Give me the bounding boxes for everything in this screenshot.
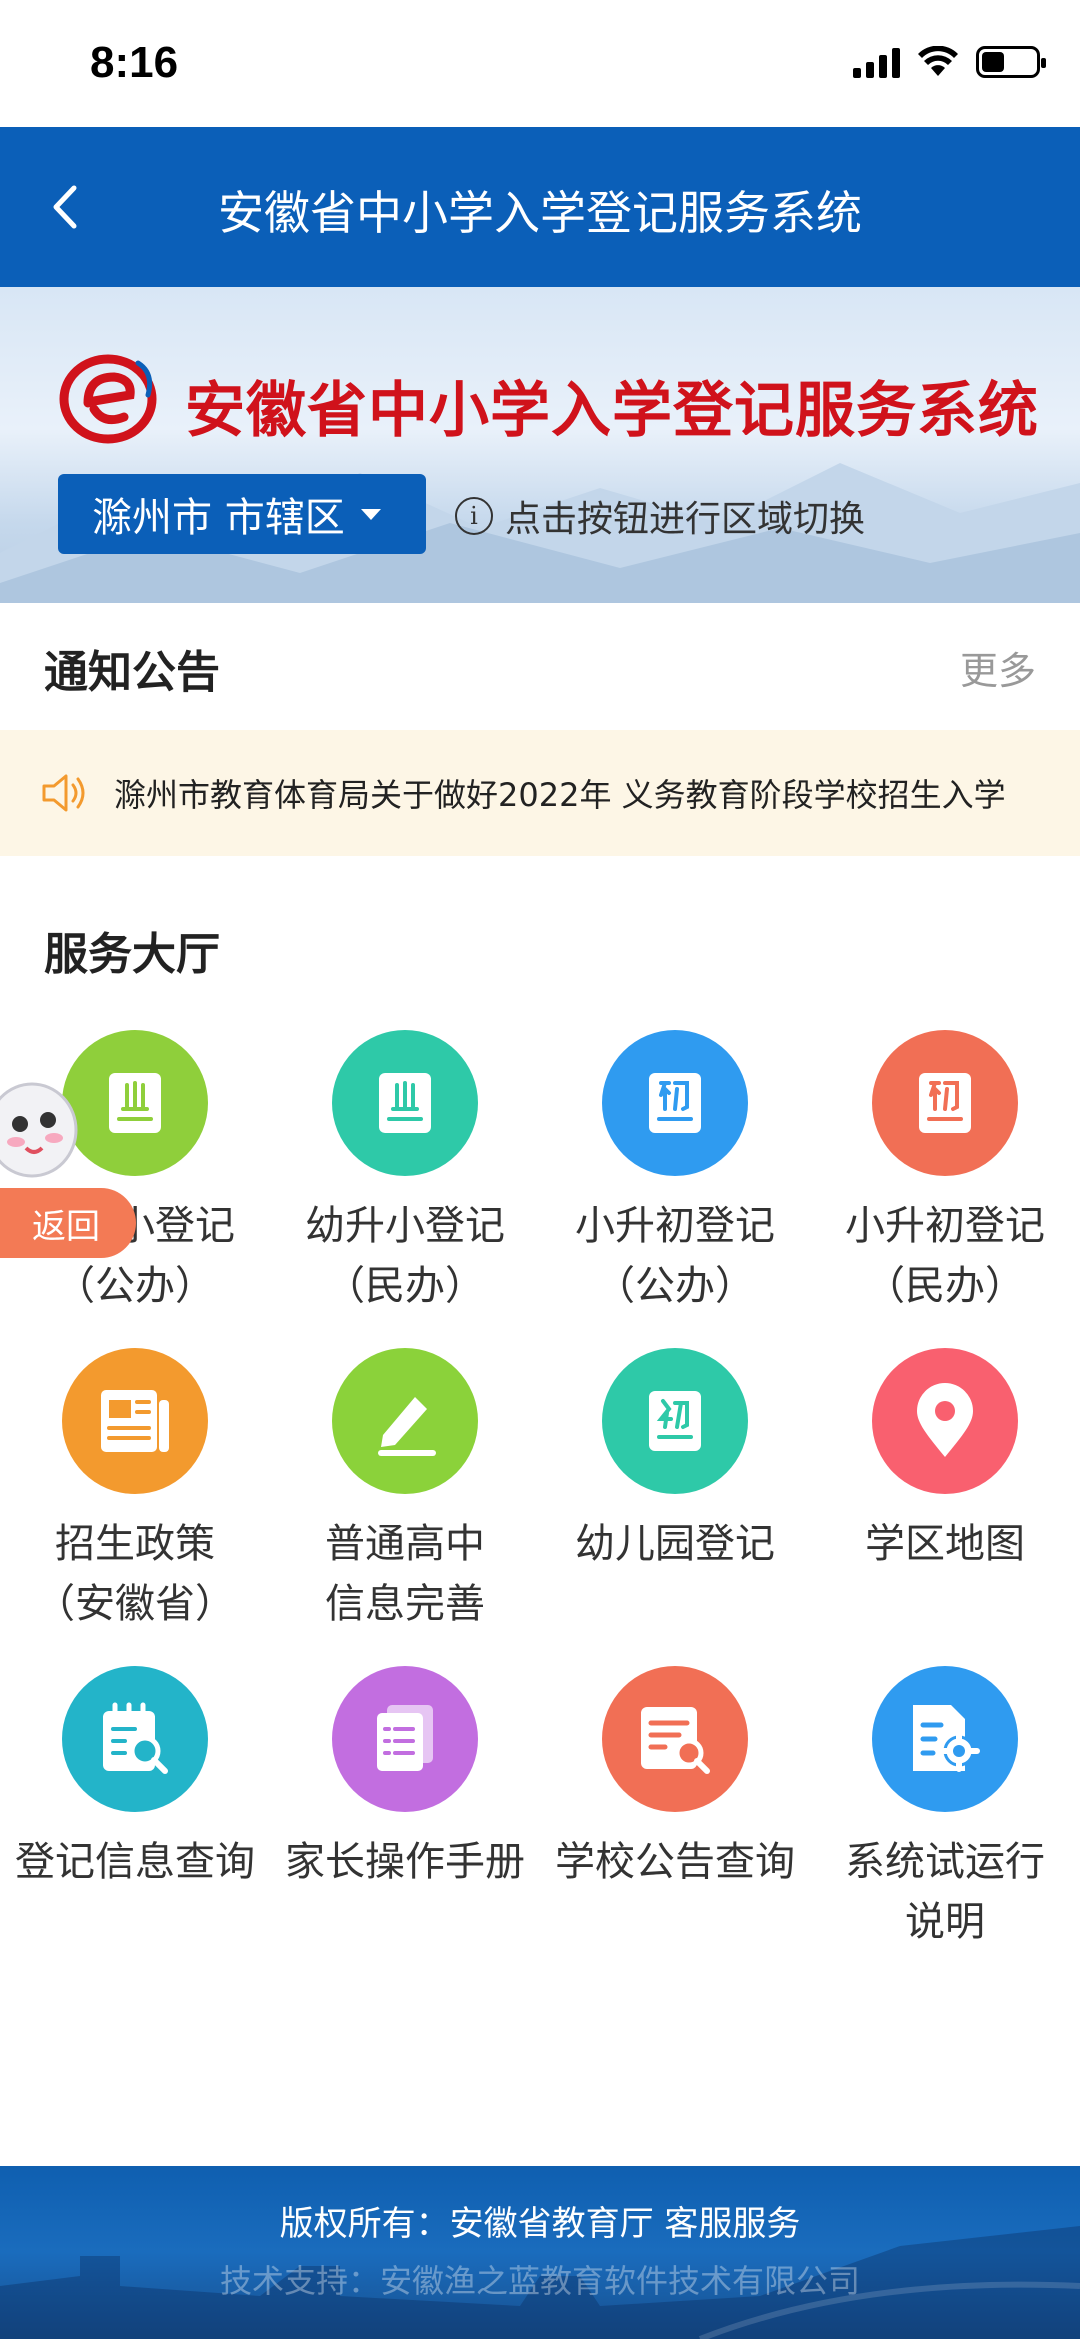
service-item-admission-policy[interactable]: 招生政策 （安徽省） bbox=[0, 1348, 270, 1634]
mascot-icon bbox=[0, 1082, 78, 1178]
service-item-label: 家长操作手册 bbox=[285, 1839, 525, 1885]
document-search-icon bbox=[602, 1666, 748, 1812]
service-item-high-school-info[interactable]: 普通高中 信息完善 bbox=[270, 1348, 540, 1634]
service-item-label: 系统试运行 说明 bbox=[845, 1839, 1045, 1945]
notice-more-link[interactable]: 更多 bbox=[960, 640, 1036, 695]
wifi-icon bbox=[918, 46, 958, 76]
service-item-primary-to-middle-public[interactable]: 小升初登记 （公办） bbox=[540, 1030, 810, 1316]
service-item-label: 学区地图 bbox=[865, 1521, 1025, 1567]
city-backdrop bbox=[0, 2226, 1080, 2339]
newspaper-icon bbox=[62, 1348, 208, 1494]
service-item-label: 幼升小登记 （民办） bbox=[305, 1203, 505, 1309]
book-chu-icon bbox=[872, 1030, 1018, 1176]
region-hint-text: 点击按钮进行区域切换 bbox=[505, 499, 866, 540]
notice-section-title: 通知公告 bbox=[44, 647, 220, 698]
region-select-button[interactable]: 滁州市 市辖区 bbox=[58, 474, 426, 554]
service-item-label: 小升初登记 （民办） bbox=[845, 1203, 1045, 1309]
banner: 安徽省中小学入学登记服务系统 滁州市 市辖区 i 点击按钮进行区域切换 bbox=[0, 287, 1080, 603]
floating-back-button[interactable]: 返回 bbox=[0, 1188, 136, 1258]
service-item-label: 小升初登记 （公办） bbox=[575, 1203, 775, 1309]
manual-list-icon bbox=[332, 1666, 478, 1812]
book-chu-icon bbox=[602, 1030, 748, 1176]
footer-copyright: 版权所有：安徽省教育厅 客服服务 bbox=[279, 2204, 801, 2244]
e-logo-icon bbox=[59, 354, 157, 444]
status-bar: 8:16 bbox=[0, 0, 1080, 127]
nav-bar: 安徽省中小学入学登记服务系统 bbox=[0, 127, 1080, 287]
service-item-trial-run-notes[interactable]: 系统试运行 说明 bbox=[810, 1666, 1080, 1952]
cellular-signal-icon bbox=[853, 46, 900, 78]
pencil-icon bbox=[332, 1348, 478, 1494]
info-icon: i bbox=[455, 497, 493, 535]
region-hint: i 点击按钮进行区域切换 bbox=[455, 490, 865, 542]
service-item-parent-manual[interactable]: 家长操作手册 bbox=[270, 1666, 540, 1892]
book-you-icon bbox=[602, 1348, 748, 1494]
notice-marquee[interactable]: 滁州市教育体育局关于做好2022年 义务教育阶段学校招生入学 bbox=[0, 730, 1080, 856]
service-item-kindergarten-registration[interactable]: 幼儿园登记 bbox=[540, 1348, 810, 1574]
notebook-search-icon bbox=[62, 1666, 208, 1812]
service-hall-title: 服务大厅 bbox=[44, 929, 220, 980]
document-gear-icon bbox=[872, 1666, 1018, 1812]
region-select-label: 滁州市 市辖区 bbox=[92, 495, 345, 541]
location-pin-icon bbox=[872, 1348, 1018, 1494]
notice-marquee-text: 滁州市教育体育局关于做好2022年 义务教育阶段学校招生入学 bbox=[114, 776, 1006, 814]
banner-title: 安徽省中小学入学登记服务系统 bbox=[185, 376, 1039, 446]
service-item-kindergarten-to-primary-private[interactable]: 幼升小登记 （民办） bbox=[270, 1030, 540, 1316]
speaker-icon bbox=[42, 774, 85, 812]
service-item-label: 学校公告查询 bbox=[555, 1839, 795, 1885]
book-xiao-icon bbox=[332, 1030, 478, 1176]
battery-icon bbox=[976, 46, 1046, 78]
service-item-label: 幼儿园登记 bbox=[575, 1521, 775, 1567]
footer: 版权所有：安徽省教育厅 客服服务 技术支持：安徽渔之蓝教育软件技术有限公司 bbox=[0, 2166, 1080, 2339]
service-item-primary-to-middle-private[interactable]: 小升初登记 （民办） bbox=[810, 1030, 1080, 1316]
service-item-school-district-map[interactable]: 学区地图 bbox=[810, 1348, 1080, 1574]
service-item-label: 普通高中 信息完善 bbox=[325, 1521, 485, 1627]
footer-support: 技术支持：安徽渔之蓝教育软件技术有限公司 bbox=[219, 2262, 860, 2300]
caret-down-icon bbox=[360, 508, 381, 520]
page-title: 安徽省中小学入学登记服务系统 bbox=[218, 186, 862, 240]
service-item-label: 登记信息查询 bbox=[15, 1839, 255, 1885]
service-item-label: 招生政策 （安徽省） bbox=[35, 1521, 235, 1627]
service-item-school-notice-query[interactable]: 学校公告查询 bbox=[540, 1666, 810, 1892]
status-time: 8:16 bbox=[90, 38, 179, 87]
status-icons bbox=[853, 46, 1046, 78]
service-item-registration-query[interactable]: 登记信息查询 bbox=[0, 1666, 270, 1892]
